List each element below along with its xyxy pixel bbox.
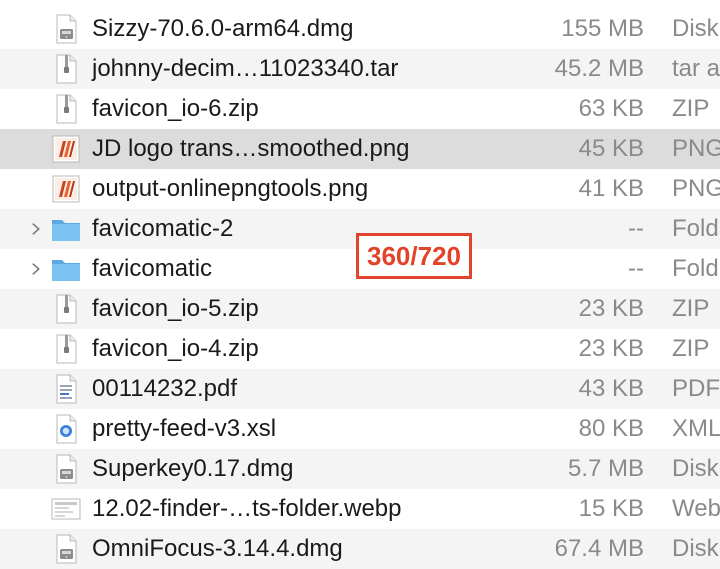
file-kind: PNG	[672, 135, 720, 162]
file-name: 00114232.pdf	[92, 375, 238, 402]
file-kind: PNG	[672, 175, 720, 202]
file-name: johnny-decim…11023340.tar	[92, 55, 399, 82]
file-name: Superkey0.17.dmg	[92, 455, 294, 482]
chevron-right-icon[interactable]	[26, 219, 46, 239]
dmg-icon	[50, 453, 82, 485]
file-size: 67.4 MB	[554, 535, 644, 562]
file-name: pretty-feed-v3.xsl	[92, 415, 277, 442]
file-size: 45 KB	[578, 135, 644, 162]
file-size: --	[628, 215, 644, 242]
file-kind: Disk	[672, 455, 719, 482]
file-row[interactable]: Superkey0.17.dmg 5.7 MB Disk	[0, 449, 720, 489]
file-name: favicomatic	[92, 255, 213, 282]
file-row[interactable]: favicon_io-4.zip 23 KB ZIP	[0, 329, 720, 369]
file-name: favicomatic-2	[92, 215, 234, 242]
file-size: --	[628, 255, 644, 282]
file-row[interactable]: johnny-decim…11023340.tar 45.2 MB tar a	[0, 49, 720, 89]
chevron-right-icon[interactable]	[26, 259, 46, 279]
pdf-icon	[50, 373, 82, 405]
file-name: favicon_io-5.zip	[92, 295, 259, 322]
zip-icon	[50, 333, 82, 365]
folder-icon	[50, 253, 82, 285]
file-name: Sizzy-70.6.0-arm64.dmg	[92, 15, 354, 42]
png-logo-icon	[50, 133, 82, 165]
archive-icon	[50, 53, 82, 85]
file-kind: Disk	[672, 15, 719, 42]
file-kind: Fold	[672, 215, 719, 242]
file-size: 80 KB	[578, 415, 644, 442]
dmg-icon	[50, 533, 82, 565]
file-size: 15 KB	[578, 495, 644, 522]
file-size: 43 KB	[578, 375, 644, 402]
webp-icon	[50, 493, 82, 525]
file-name: 12.02-finder-…ts-folder.webp	[92, 495, 402, 522]
file-kind: ZIP	[672, 335, 710, 362]
file-size: 155 MB	[561, 15, 644, 42]
file-row[interactable]: pretty-feed-v3.xsl 80 KB XML	[0, 409, 720, 449]
file-kind: Web	[672, 495, 720, 522]
file-row[interactable]: JD logo trans…smoothed.png 45 KB PNG	[0, 129, 720, 169]
zip-icon	[50, 293, 82, 325]
xsl-icon	[50, 413, 82, 445]
file-row[interactable]: favicon_io-5.zip 23 KB ZIP	[0, 289, 720, 329]
file-row[interactable]: 12.02-finder-…ts-folder.webp 15 KB Web	[0, 489, 720, 529]
file-name: OmniFocus-3.14.4.dmg	[92, 535, 343, 562]
folder-icon	[50, 213, 82, 245]
resolution-badge: 360/720	[356, 233, 472, 279]
dmg-icon	[50, 13, 82, 45]
png-logo-icon	[50, 173, 82, 205]
file-kind: XML	[672, 415, 720, 442]
file-kind: PDF	[672, 375, 720, 402]
file-row[interactable]: 00114232.pdf 43 KB PDF	[0, 369, 720, 409]
file-kind: ZIP	[672, 295, 710, 322]
zip-icon	[50, 93, 82, 125]
file-row[interactable]: favicon_io-6.zip 63 KB ZIP	[0, 89, 720, 129]
file-row[interactable]: Sizzy-70.6.0-arm64.dmg 155 MB Disk	[0, 9, 720, 49]
file-row[interactable]: output-onlinepngtools.png 41 KB PNG	[0, 169, 720, 209]
file-row[interactable]: OmniFocus-3.14.4.dmg 67.4 MB Disk	[0, 529, 720, 569]
file-kind: Fold	[672, 255, 719, 282]
file-name: favicon_io-4.zip	[92, 335, 259, 362]
file-list: Sizzy-70.6.0-arm64.dmg 155 MB Disk johnny-d…	[0, 9, 720, 569]
file-name: JD logo trans…smoothed.png	[92, 135, 410, 162]
file-kind: tar a	[672, 55, 720, 82]
file-size: 41 KB	[578, 175, 644, 202]
file-size: 5.7 MB	[567, 455, 644, 482]
file-size: 23 KB	[578, 335, 644, 362]
file-size: 45.2 MB	[554, 55, 644, 82]
file-size: 63 KB	[578, 95, 644, 122]
file-size: 23 KB	[578, 295, 644, 322]
file-name: output-onlinepngtools.png	[92, 175, 369, 202]
file-kind: ZIP	[672, 95, 710, 122]
file-name: favicon_io-6.zip	[92, 95, 259, 122]
file-kind: Disk	[672, 535, 719, 562]
